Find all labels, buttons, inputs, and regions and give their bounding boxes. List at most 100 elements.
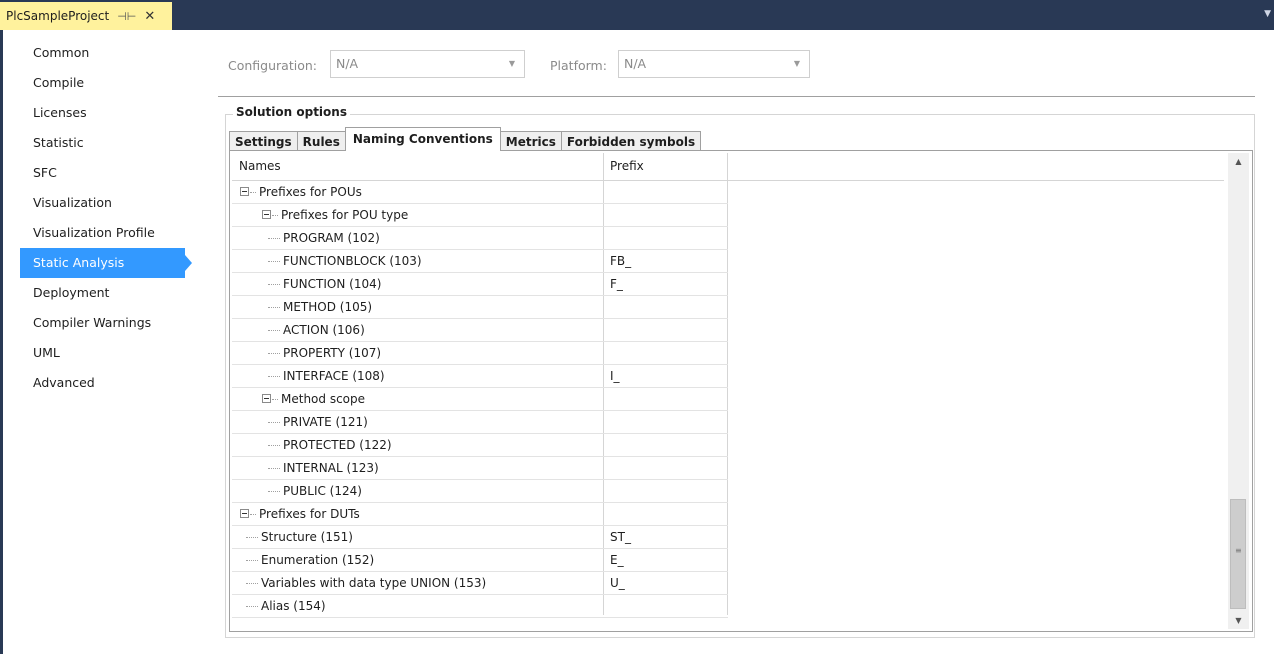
platform-select[interactable]: N/A ▼ bbox=[618, 50, 810, 78]
tab-settings[interactable]: Settings bbox=[229, 131, 298, 151]
category-item[interactable]: Statistic bbox=[20, 128, 185, 158]
category-item[interactable]: Compiler Warnings bbox=[20, 308, 185, 338]
row-name: Prefixes for DUTs bbox=[259, 507, 360, 521]
chevron-down-icon[interactable]: ▼ bbox=[1264, 9, 1271, 19]
tree-connector bbox=[268, 445, 280, 446]
row-prefix[interactable]: F_ bbox=[610, 273, 623, 296]
table-row[interactable]: Variables with data type UNION (153) U_ bbox=[232, 572, 728, 595]
group-title: Solution options bbox=[233, 105, 350, 119]
tree-connector bbox=[268, 491, 280, 492]
column-header-prefix[interactable]: Prefix bbox=[610, 153, 644, 180]
table-row[interactable]: METHOD (105) bbox=[232, 296, 728, 319]
grip-icon: ≡ bbox=[1235, 546, 1242, 555]
row-name: PUBLIC (124) bbox=[283, 484, 362, 498]
document-tab-title: PlcSampleProject bbox=[6, 9, 110, 23]
collapse-icon[interactable] bbox=[262, 210, 271, 219]
tree-connector bbox=[250, 514, 256, 515]
tab-rules[interactable]: Rules bbox=[296, 131, 346, 151]
configuration-value: N/A bbox=[336, 56, 359, 71]
pin-icon[interactable]: ⊣⊢ bbox=[117, 10, 136, 23]
tab-metrics[interactable]: Metrics bbox=[499, 131, 562, 151]
table-row[interactable]: PROPERTY (107) bbox=[232, 342, 728, 365]
row-name: FUNCTIONBLOCK (103) bbox=[283, 254, 422, 268]
tab-forbidden-symbols[interactable]: Forbidden symbols bbox=[560, 131, 702, 151]
collapse-icon[interactable] bbox=[262, 394, 271, 403]
row-name: INTERNAL (123) bbox=[283, 461, 379, 475]
tree-connector bbox=[268, 307, 280, 308]
tree-connector bbox=[268, 330, 280, 331]
category-item[interactable]: Deployment bbox=[20, 278, 185, 308]
tree-connector bbox=[272, 215, 278, 216]
table-row[interactable]: Prefixes for POUs bbox=[232, 181, 728, 204]
column-header-names[interactable]: Names bbox=[239, 153, 281, 180]
tree-connector bbox=[268, 422, 280, 423]
category-item[interactable]: Visualization Profile bbox=[20, 218, 185, 248]
platform-value: N/A bbox=[624, 56, 647, 71]
table-row[interactable]: Prefixes for POU type bbox=[232, 204, 728, 227]
chevron-down-icon: ▼ bbox=[508, 59, 515, 68]
configuration-select[interactable]: N/A ▼ bbox=[330, 50, 525, 78]
category-item[interactable]: Visualization bbox=[20, 188, 185, 218]
grid-header: Names Prefix bbox=[232, 153, 1224, 181]
row-name: Variables with data type UNION (153) bbox=[261, 576, 487, 590]
category-item[interactable]: Common bbox=[20, 38, 185, 68]
tree-connector bbox=[246, 606, 258, 607]
collapse-icon[interactable] bbox=[240, 509, 249, 518]
table-row[interactable]: INTERFACE (108) I_ bbox=[232, 365, 728, 388]
table-row[interactable]: PRIVATE (121) bbox=[232, 411, 728, 434]
table-row[interactable]: PROTECTED (122) bbox=[232, 434, 728, 457]
window-border bbox=[0, 30, 3, 654]
row-prefix[interactable]: E_ bbox=[610, 549, 624, 572]
category-item-static-analysis[interactable]: Static Analysis bbox=[20, 248, 192, 278]
category-item[interactable]: Compile bbox=[20, 68, 185, 98]
category-item[interactable]: UML bbox=[20, 338, 185, 368]
category-item[interactable]: SFC bbox=[20, 158, 185, 188]
tree-connector bbox=[246, 537, 258, 538]
scroll-down-arrow[interactable]: ▼ bbox=[1228, 612, 1249, 629]
scroll-thumb[interactable]: ≡ bbox=[1230, 499, 1246, 609]
row-name: METHOD (105) bbox=[283, 300, 373, 314]
platform-label: Platform: bbox=[550, 58, 607, 73]
table-row[interactable]: INTERNAL (123) bbox=[232, 457, 728, 480]
row-prefix[interactable]: FB_ bbox=[610, 250, 631, 273]
vertical-scrollbar[interactable]: ▲ ≡ ▼ bbox=[1228, 153, 1249, 629]
document-tab[interactable]: PlcSampleProject ⊣⊢ ✕ bbox=[0, 2, 172, 30]
grid-rows: Prefixes for POUs Prefixes for POU type PR… bbox=[232, 181, 728, 618]
table-row[interactable]: Enumeration (152) E_ bbox=[232, 549, 728, 572]
table-row[interactable]: FUNCTIONBLOCK (103) FB_ bbox=[232, 250, 728, 273]
table-row[interactable]: Prefixes for DUTs bbox=[232, 503, 728, 526]
scroll-up-arrow[interactable]: ▲ bbox=[1228, 153, 1249, 170]
tree-connector bbox=[268, 261, 280, 262]
row-name: PROPERTY (107) bbox=[283, 346, 382, 360]
tree-connector bbox=[268, 284, 280, 285]
chevron-down-icon: ▼ bbox=[793, 59, 800, 68]
category-item[interactable]: Advanced bbox=[20, 368, 185, 398]
table-row[interactable]: PROGRAM (102) bbox=[232, 227, 728, 250]
tab-naming-conventions[interactable]: Naming Conventions bbox=[344, 127, 501, 151]
category-item[interactable]: Licenses bbox=[20, 98, 185, 128]
tree-connector bbox=[272, 399, 278, 400]
close-icon[interactable]: ✕ bbox=[144, 9, 155, 24]
row-name: Enumeration (152) bbox=[261, 553, 375, 567]
tree-connector bbox=[268, 353, 280, 354]
configuration-label: Configuration: bbox=[228, 58, 317, 73]
row-prefix[interactable]: ST_ bbox=[610, 526, 631, 549]
table-row[interactable]: ACTION (106) bbox=[232, 319, 728, 342]
collapse-icon[interactable] bbox=[240, 187, 249, 196]
table-row[interactable]: PUBLIC (124) bbox=[232, 480, 728, 503]
tree-connector bbox=[268, 376, 280, 377]
tree-connector bbox=[268, 238, 280, 239]
table-row[interactable]: Structure (151) ST_ bbox=[232, 526, 728, 549]
row-prefix[interactable]: U_ bbox=[610, 572, 625, 595]
row-prefix[interactable]: I_ bbox=[610, 365, 620, 388]
row-name: PROGRAM (102) bbox=[283, 231, 380, 245]
table-row[interactable]: Method scope bbox=[232, 388, 728, 411]
tree-connector bbox=[246, 560, 258, 561]
row-name: INTERFACE (108) bbox=[283, 369, 385, 383]
row-name: Prefixes for POU type bbox=[281, 208, 409, 222]
separator bbox=[218, 96, 1255, 97]
tree-connector bbox=[250, 192, 256, 193]
table-row[interactable]: FUNCTION (104) F_ bbox=[232, 273, 728, 296]
document-tab-bar: PlcSampleProject ⊣⊢ ✕ ▼ bbox=[0, 0, 1274, 30]
table-row[interactable]: Alias (154) bbox=[232, 595, 728, 618]
